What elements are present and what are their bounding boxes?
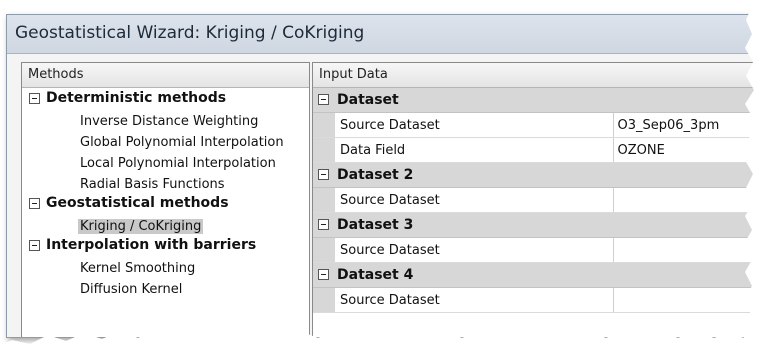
torn-edge-decoration — [0, 0, 767, 354]
torn-bottom-edge — [0, 328, 767, 354]
torn-right-edge — [735, 0, 767, 354]
